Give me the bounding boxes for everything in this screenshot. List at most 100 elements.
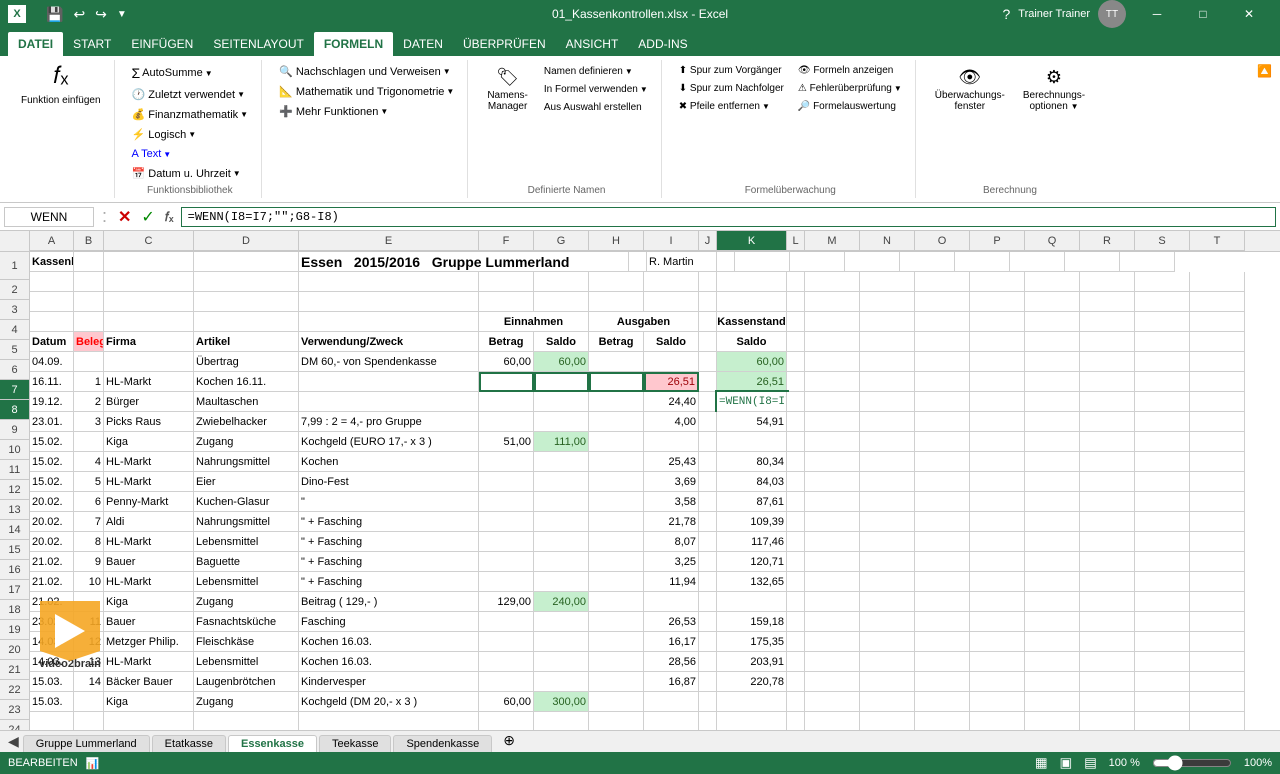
cell-K13[interactable]: 87,61 xyxy=(717,492,787,512)
row-num-4[interactable]: 4 xyxy=(0,320,30,340)
cell-D17[interactable]: Lebensmittel xyxy=(194,572,299,592)
cell-R11[interactable] xyxy=(1080,452,1135,472)
cell-C14[interactable]: Aldi xyxy=(104,512,194,532)
cell-H19[interactable] xyxy=(589,612,644,632)
cell-K3[interactable] xyxy=(717,292,787,312)
cell-G19[interactable] xyxy=(534,612,589,632)
cell-D5[interactable]: Artikel xyxy=(194,332,299,352)
cell-R13[interactable] xyxy=(1080,492,1135,512)
cell-I2[interactable] xyxy=(644,272,699,292)
cell-N7[interactable] xyxy=(860,372,915,392)
cell-L12[interactable] xyxy=(787,472,805,492)
cell-Q7[interactable] xyxy=(1025,372,1080,392)
row-num-24[interactable]: 24 xyxy=(0,720,30,730)
cell-B23[interactable] xyxy=(74,692,104,712)
normal-view-button[interactable]: ▣ xyxy=(1059,755,1072,771)
cell-L23[interactable] xyxy=(787,692,805,712)
cell-L11[interactable] xyxy=(787,452,805,472)
cell-S4[interactable] xyxy=(1135,312,1190,332)
col-header-Q[interactable]: Q xyxy=(1025,231,1080,251)
cell-R5[interactable] xyxy=(1080,332,1135,352)
cell-L14[interactable] xyxy=(787,512,805,532)
cell-N22[interactable] xyxy=(860,672,915,692)
cell-Q9[interactable] xyxy=(1025,412,1080,432)
cell-D2[interactable] xyxy=(194,272,299,292)
cell-E6[interactable]: DM 60,- von Spendenkasse xyxy=(299,352,479,372)
row-num-20[interactable]: 20 xyxy=(0,640,30,660)
cell-O20[interactable] xyxy=(915,632,970,652)
cell-L7[interactable] xyxy=(787,372,805,392)
cell-R18[interactable] xyxy=(1080,592,1135,612)
row-num-18[interactable]: 18 xyxy=(0,600,30,620)
cell-T13[interactable] xyxy=(1190,492,1245,512)
cell-E19[interactable]: Fasching xyxy=(299,612,479,632)
cell-L15[interactable] xyxy=(787,532,805,552)
cell-K14[interactable]: 109,39 xyxy=(717,512,787,532)
cell-F7[interactable] xyxy=(479,372,534,392)
cell-J7[interactable] xyxy=(699,372,717,392)
calc-options-button[interactable]: ⚙ Berechnungs-optionen ▼ xyxy=(1016,62,1092,117)
cell-J11[interactable] xyxy=(699,452,717,472)
cell-N6[interactable] xyxy=(860,352,915,372)
cell-J3[interactable] xyxy=(699,292,717,312)
cell-O3[interactable] xyxy=(915,292,970,312)
cell-N20[interactable] xyxy=(860,632,915,652)
close-button[interactable]: ✕ xyxy=(1226,0,1272,28)
cell-L16[interactable] xyxy=(787,552,805,572)
define-name-button[interactable]: Namen definieren ▼ xyxy=(539,63,653,80)
cell-Q1[interactable] xyxy=(955,252,1010,272)
cell-J1[interactable] xyxy=(629,252,647,272)
cell-B2[interactable] xyxy=(74,272,104,292)
cell-M19[interactable] xyxy=(805,612,860,632)
cell-K24[interactable] xyxy=(717,712,787,730)
cell-HI4-merged[interactable]: Ausgaben xyxy=(589,312,699,332)
cell-O11[interactable] xyxy=(915,452,970,472)
cell-I23[interactable] xyxy=(644,692,699,712)
cell-O5[interactable] xyxy=(915,332,970,352)
cell-K21[interactable]: 203,91 xyxy=(717,652,787,672)
cell-E18[interactable]: Beitrag ( 129,- ) xyxy=(299,592,479,612)
cell-C18[interactable]: Kiga xyxy=(104,592,194,612)
cell-D10[interactable]: Zugang xyxy=(194,432,299,452)
cell-A9[interactable]: 23.01. xyxy=(30,412,74,432)
cell-M16[interactable] xyxy=(805,552,860,572)
cell-M14[interactable] xyxy=(805,512,860,532)
cell-E13[interactable]: " xyxy=(299,492,479,512)
cell-M20[interactable] xyxy=(805,632,860,652)
cell-J9[interactable] xyxy=(699,412,717,432)
cell-H15[interactable] xyxy=(589,532,644,552)
cell-S6[interactable] xyxy=(1135,352,1190,372)
cell-I24[interactable] xyxy=(644,712,699,730)
cell-I15[interactable]: 8,07 xyxy=(644,532,699,552)
row-num-11[interactable]: 11 xyxy=(0,460,30,480)
cell-A14[interactable]: 20.02. xyxy=(30,512,74,532)
cell-K6[interactable]: 60,00 xyxy=(717,352,787,372)
cell-M9[interactable] xyxy=(805,412,860,432)
cell-G5[interactable]: Saldo xyxy=(534,332,589,352)
cell-E7[interactable] xyxy=(299,372,479,392)
cell-Q14[interactable] xyxy=(1025,512,1080,532)
remove-arrows-button[interactable]: ✖ Pfeile entfernen ▼ xyxy=(674,98,789,115)
cell-A22[interactable]: 15.03. xyxy=(30,672,74,692)
cell-R15[interactable] xyxy=(1080,532,1135,552)
cell-Q5[interactable] xyxy=(1025,332,1080,352)
cell-G2[interactable] xyxy=(534,272,589,292)
cell-N10[interactable] xyxy=(860,432,915,452)
cell-T17[interactable] xyxy=(1190,572,1245,592)
cell-L13[interactable] xyxy=(787,492,805,512)
cell-P14[interactable] xyxy=(970,512,1025,532)
cell-P20[interactable] xyxy=(970,632,1025,652)
cell-F15[interactable] xyxy=(479,532,534,552)
cell-G6[interactable]: 60,00 xyxy=(534,352,589,372)
cell-R7[interactable] xyxy=(1080,372,1135,392)
cell-A17[interactable]: 21.02. xyxy=(30,572,74,592)
cell-H16[interactable] xyxy=(589,552,644,572)
names-manager-button[interactable]: 🏷 Namens-Manager xyxy=(480,62,535,117)
cell-M5[interactable] xyxy=(805,332,860,352)
cell-C11[interactable]: HL-Markt xyxy=(104,452,194,472)
cell-F19[interactable] xyxy=(479,612,534,632)
cell-B22[interactable]: 14 xyxy=(74,672,104,692)
cell-P23[interactable] xyxy=(970,692,1025,712)
cell-P4[interactable] xyxy=(970,312,1025,332)
cell-E8[interactable] xyxy=(299,392,479,412)
